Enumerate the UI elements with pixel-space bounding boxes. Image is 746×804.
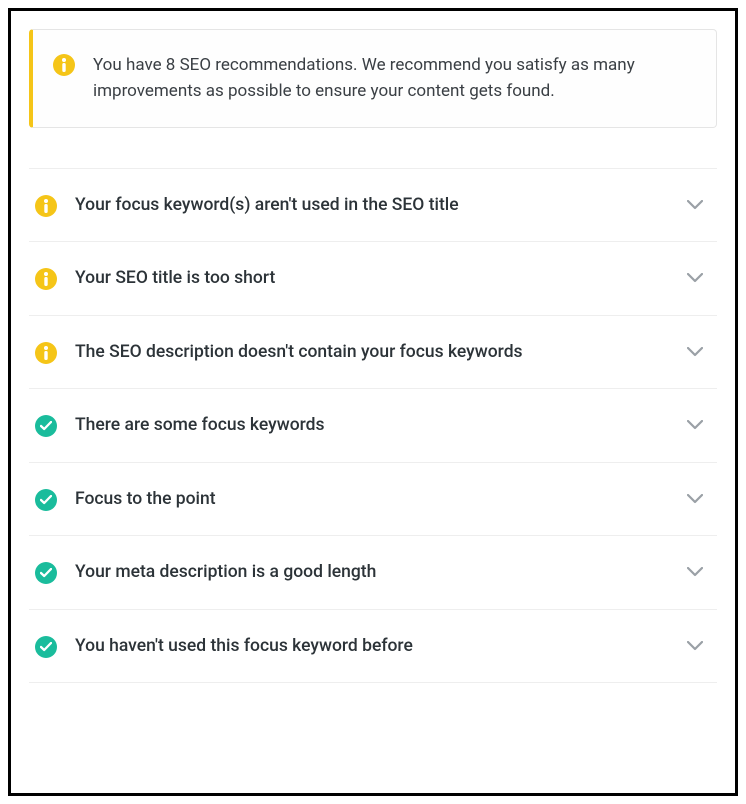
chevron-down-icon [687, 200, 703, 210]
chevron-down-icon [687, 494, 703, 504]
notice-box: You have 8 SEO recommendations. We recom… [29, 29, 717, 128]
recommendation-row[interactable]: The SEO description doesn't contain your… [29, 316, 717, 390]
recommendation-label: You haven't used this focus keyword befo… [75, 634, 669, 659]
recommendation-row[interactable]: You haven't used this focus keyword befo… [29, 610, 717, 684]
recommendation-label: Your focus keyword(s) aren't used in the… [75, 193, 669, 218]
recommendation-label: The SEO description doesn't contain your… [75, 340, 669, 365]
recommendation-row[interactable]: There are some focus keywords [29, 389, 717, 463]
recommendation-row[interactable]: Your SEO title is too short [29, 242, 717, 316]
recommendation-row[interactable]: Your focus keyword(s) aren't used in the… [29, 169, 717, 243]
recommendation-label: Your meta description is a good length [75, 560, 669, 585]
check-icon [35, 489, 57, 511]
chevron-down-icon [687, 347, 703, 357]
recommendation-row[interactable]: Your meta description is a good length [29, 536, 717, 610]
chevron-down-icon [687, 641, 703, 651]
recommendation-row[interactable]: Focus to the point [29, 463, 717, 537]
check-icon [35, 636, 57, 658]
info-icon [35, 268, 57, 290]
check-icon [35, 415, 57, 437]
recommendation-label: There are some focus keywords [75, 413, 669, 438]
info-icon [35, 342, 57, 364]
chevron-down-icon [687, 420, 703, 430]
check-icon [35, 562, 57, 584]
recommendation-label: Your SEO title is too short [75, 266, 669, 291]
recommendation-list: Your focus keyword(s) aren't used in the… [29, 168, 717, 684]
chevron-down-icon [687, 567, 703, 577]
chevron-down-icon [687, 273, 703, 283]
info-icon [35, 195, 57, 217]
notice-text: You have 8 SEO recommendations. We recom… [93, 52, 688, 105]
recommendation-label: Focus to the point [75, 487, 669, 512]
seo-panel: You have 8 SEO recommendations. We recom… [8, 8, 738, 796]
info-icon [53, 54, 75, 76]
